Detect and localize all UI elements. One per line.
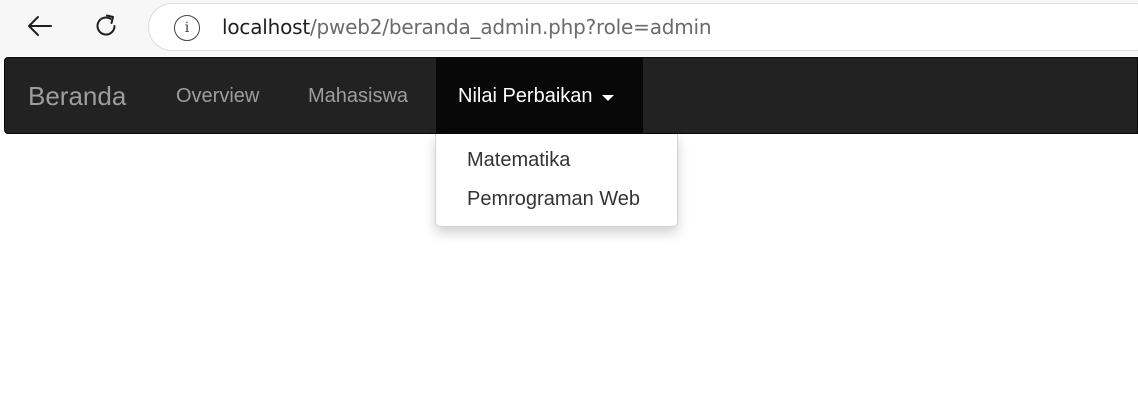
- dropdown-item-pemrograman-web[interactable]: Pemrograman Web: [467, 188, 640, 211]
- back-button[interactable]: [22, 8, 58, 44]
- url-path: /pweb2/beranda_admin.php?role=admin: [309, 15, 712, 39]
- dropdown-menu: Matematika Pemrograman Web: [435, 134, 678, 227]
- reload-icon: [96, 14, 116, 36]
- navbar: Beranda Overview Mahasiswa Nilai Perbaik…: [4, 57, 1138, 135]
- reload-button[interactable]: [88, 8, 124, 44]
- page-viewport: Beranda Overview Mahasiswa Nilai Perbaik…: [4, 57, 1138, 400]
- nav-dropdown-nilai-perbaikan[interactable]: Nilai Perbaikan: [436, 58, 643, 135]
- nav-link-mahasiswa[interactable]: Mahasiswa: [308, 58, 408, 135]
- navbar-brand[interactable]: Beranda: [28, 58, 126, 135]
- arrow-left-icon: [28, 16, 52, 36]
- url-text[interactable]: localhost/pweb2/beranda_admin.php?role=a…: [222, 4, 712, 50]
- url-host: localhost: [222, 15, 310, 39]
- nav-dropdown-label: Nilai Perbaikan: [458, 85, 593, 107]
- dropdown-item-matematika[interactable]: Matematika: [467, 149, 570, 172]
- address-bar[interactable]: i localhost/pweb2/beranda_admin.php?role…: [148, 3, 1138, 51]
- info-icon[interactable]: i: [174, 15, 200, 41]
- nav-link-overview[interactable]: Overview: [176, 58, 259, 135]
- caret-down-icon: [601, 94, 614, 101]
- browser-toolbar: i localhost/pweb2/beranda_admin.php?role…: [0, 0, 1138, 56]
